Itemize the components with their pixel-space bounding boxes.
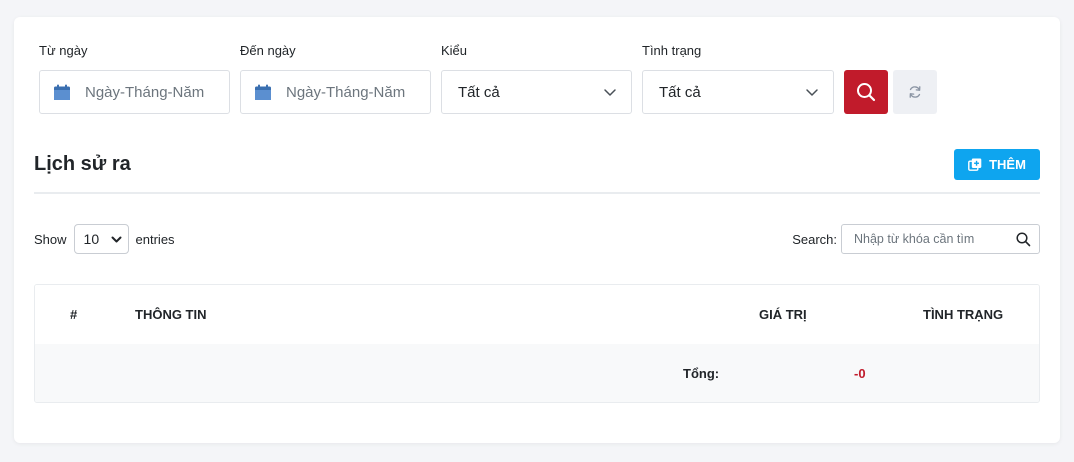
filter-card: Từ ngày Đến ngày Kiểu Tình trạng Ngày-Th… xyxy=(14,17,1060,443)
add-button[interactable]: THÊM xyxy=(954,149,1040,180)
refresh-icon xyxy=(909,86,921,98)
entries-select-value: 10 xyxy=(83,231,100,247)
entries-control: Show 10 entries xyxy=(34,224,175,254)
entries-label: entries xyxy=(135,231,175,247)
type-select-value: Tất cả xyxy=(458,83,500,101)
column-header-value[interactable]: GIÁ TRỊ xyxy=(759,307,807,322)
type-label: Kiểu xyxy=(441,43,468,58)
search-button[interactable] xyxy=(844,70,888,114)
total-label: Tổng: xyxy=(683,366,720,381)
type-select[interactable]: Tất cả xyxy=(441,70,632,114)
search-label: Search: xyxy=(792,231,837,247)
total-value: -0 xyxy=(854,366,866,381)
entries-select[interactable]: 10 xyxy=(73,224,129,254)
reset-button[interactable] xyxy=(893,70,937,114)
calendar-icon xyxy=(255,84,271,100)
search-placeholder: Nhập từ khóa cần tìm xyxy=(854,232,975,246)
search-input[interactable]: Nhập từ khóa cần tìm xyxy=(841,224,1040,254)
status-select-value: Tất cả xyxy=(659,83,701,101)
status-select[interactable]: Tất cả xyxy=(642,70,834,114)
table-header: # THÔNG TIN GIÁ TRỊ TÌNH TRẠNG xyxy=(35,285,1039,344)
divider xyxy=(34,192,1040,194)
table-footer: Tổng: -0 xyxy=(35,344,1039,402)
from-date-placeholder: Ngày-Tháng-Năm xyxy=(85,83,205,101)
column-header-info[interactable]: THÔNG TIN xyxy=(135,307,207,322)
calendar-icon xyxy=(54,84,70,100)
show-label: Show xyxy=(34,231,67,247)
column-header-status[interactable]: TÌNH TRẠNG xyxy=(923,307,1003,322)
from-date-input[interactable]: Ngày-Tháng-Năm xyxy=(39,70,230,114)
chevron-down-icon xyxy=(604,89,616,96)
status-label: Tình trạng xyxy=(642,43,702,58)
to-date-placeholder: Ngày-Tháng-Năm xyxy=(286,83,406,101)
chevron-down-icon xyxy=(806,89,818,96)
table-search: Search: Nhập từ khóa cần tìm xyxy=(792,224,1040,254)
search-icon xyxy=(857,83,876,102)
to-date-label: Đến ngày xyxy=(240,43,296,58)
add-button-label: THÊM xyxy=(989,157,1026,172)
copy-plus-icon xyxy=(968,158,982,171)
from-date-label: Từ ngày xyxy=(39,43,88,58)
chevron-down-icon xyxy=(111,236,122,243)
column-header-index[interactable]: # xyxy=(70,307,77,322)
history-table: # THÔNG TIN GIÁ TRỊ TÌNH TRẠNG Tổng: -0 xyxy=(34,284,1040,403)
search-icon xyxy=(1016,232,1031,247)
to-date-input[interactable]: Ngày-Tháng-Năm xyxy=(240,70,431,114)
page-title: Lịch sử ra xyxy=(34,153,131,175)
